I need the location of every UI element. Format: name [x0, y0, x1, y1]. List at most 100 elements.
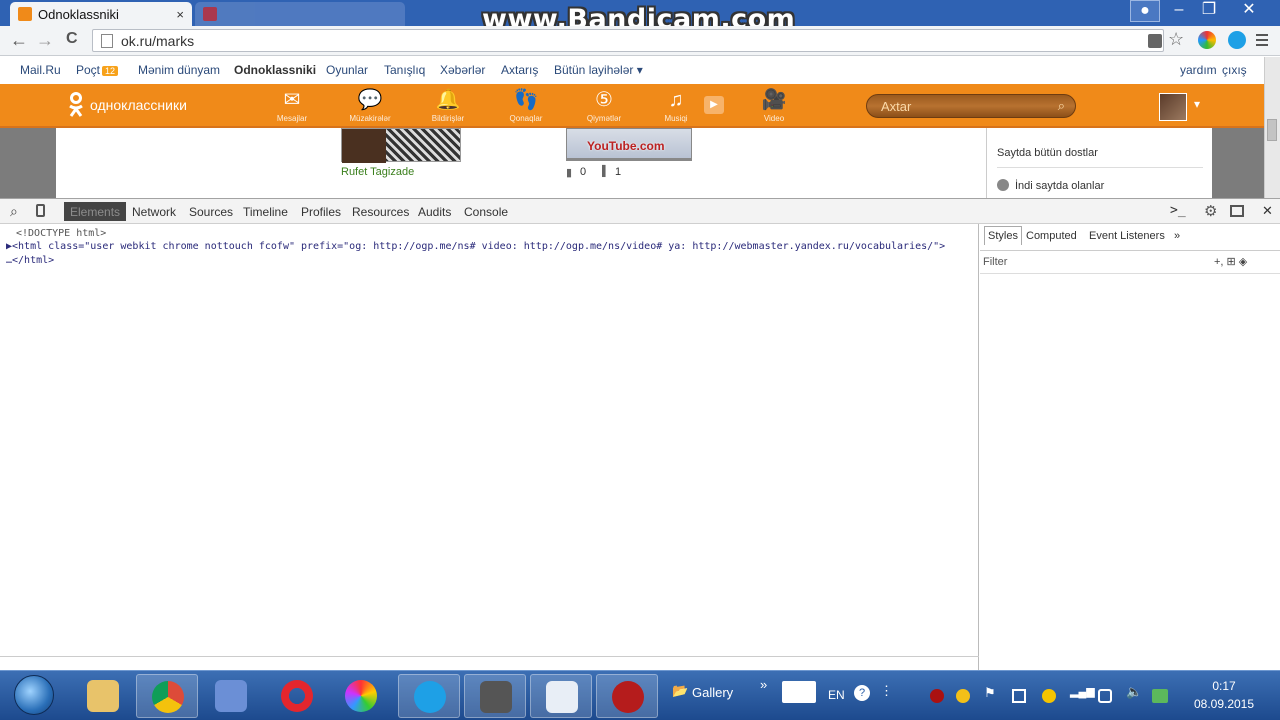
tray-app-4-icon[interactable]	[1098, 689, 1112, 703]
menu-icon[interactable]	[1256, 34, 1268, 48]
tab-profiles[interactable]: Profiles	[301, 205, 341, 219]
nav-bildirisler[interactable]: 🔔 Bildirişlər	[418, 88, 478, 123]
tab-audits[interactable]: Audits	[418, 205, 451, 219]
taskbar-app-7[interactable]	[464, 674, 526, 718]
link-oyunlar[interactable]: Oyunlar	[326, 63, 368, 77]
action-center-flag-icon[interactable]: ⚑	[984, 685, 996, 701]
device-mode-icon[interactable]	[36, 204, 45, 217]
tab-event-listeners[interactable]: Event Listeners	[1089, 230, 1165, 242]
ok-search-input[interactable]: Axtar ⌕	[866, 94, 1076, 118]
tray-app-2-icon[interactable]	[956, 689, 970, 703]
rating-icon: ⑤	[595, 89, 613, 111]
likes-count[interactable]: 1	[615, 166, 621, 178]
tab-background[interactable]	[195, 2, 405, 26]
inspect-search-icon[interactable]: ⌕	[10, 203, 18, 220]
filter-tools-icons[interactable]: +, ⊞ ◈	[1214, 255, 1247, 268]
extension-icon[interactable]	[1198, 31, 1216, 49]
tab-timeline[interactable]: Timeline	[243, 205, 288, 219]
tab-network[interactable]: Network	[132, 205, 176, 219]
taskbar-explorer[interactable]	[72, 674, 134, 718]
tab-close-icon[interactable]: ×	[176, 7, 184, 22]
sidebar-all-friends[interactable]: Saytda bütün dostlar	[997, 147, 1098, 159]
tab-odnoklassniki[interactable]: Odnoklassniki ×	[10, 2, 192, 26]
reload-button[interactable]: C	[66, 30, 78, 48]
language-indicator[interactable]: EN	[828, 688, 845, 702]
device-icon[interactable]	[1012, 689, 1026, 703]
help-icon[interactable]: ?	[854, 685, 870, 701]
tab-resources[interactable]: Resources	[352, 205, 409, 219]
link-tanisliq[interactable]: Tanışlıq	[384, 63, 425, 77]
tab-styles[interactable]: Styles	[984, 226, 1022, 245]
forward-button[interactable]: →	[36, 30, 54, 51]
tray-app-3-icon[interactable]	[1042, 689, 1056, 703]
translate-icon[interactable]	[1148, 34, 1162, 48]
link-axtaris[interactable]: Axtarış	[501, 63, 538, 77]
search-icon[interactable]: ⌕	[1058, 98, 1065, 114]
friend-photo[interactable]	[341, 128, 461, 163]
avatar-menu-chevron-icon[interactable]: ▾	[1194, 97, 1200, 111]
link-mailru[interactable]: Mail.Ru	[20, 63, 61, 77]
nav-qiymetler[interactable]: ⑤ Qiymətlər	[574, 88, 634, 123]
code-html-open[interactable]: ▶<html class="user webkit chrome nottouc…	[6, 241, 945, 252]
nav-mesajlar[interactable]: ✉ Mesajlar	[262, 88, 322, 123]
maximize-button[interactable]: ❐	[1194, 0, 1224, 22]
youtube-photo[interactable]: YouTube.com	[566, 128, 692, 161]
console-drawer-icon[interactable]: >_	[1170, 203, 1186, 218]
link-cixis[interactable]: çıxış	[1222, 63, 1247, 77]
pen-tablet-icon[interactable]	[782, 681, 816, 703]
tab-sources[interactable]: Sources	[189, 205, 233, 219]
gallery-toolbar-label[interactable]: Gallery	[692, 685, 733, 700]
ok-logo[interactable]: одноклассники	[68, 92, 187, 118]
nav-video[interactable]: 🎥 Video	[744, 88, 804, 123]
tab-more-chevron-icon[interactable]: »	[1174, 230, 1180, 242]
dock-icon[interactable]	[1230, 205, 1244, 217]
scrollbar-thumb[interactable]	[1267, 119, 1277, 141]
page-scrollbar[interactable]	[1264, 57, 1280, 198]
taskbar-app-3[interactable]	[200, 674, 262, 718]
address-bar[interactable]: ok.ru/marks	[92, 29, 1164, 52]
filter-input[interactable]: Filter	[983, 256, 1007, 268]
link-odnoklassniki[interactable]: Odnoklassniki	[234, 63, 316, 77]
link-butun-layiheler[interactable]: Bütün layihələr ▾	[554, 63, 643, 77]
tray-app-1-icon[interactable]	[930, 689, 944, 703]
friend-name-link[interactable]: Rufet Tagizade	[341, 166, 414, 178]
toolbar-more-chevron-icon[interactable]: »	[760, 677, 767, 692]
tray-expand-icon[interactable]: ⋮	[880, 683, 893, 699]
settings-gear-icon[interactable]: ⚙	[1204, 202, 1217, 220]
sidebar-online-now[interactable]: İndi saytda olanlar	[1015, 180, 1104, 192]
close-window-button[interactable]: ✕	[1234, 0, 1264, 22]
taskbar-app-5[interactable]	[330, 674, 392, 718]
back-button[interactable]: ←	[10, 30, 28, 51]
music-play-icon[interactable]: ▶	[704, 96, 724, 114]
nav-musiqi[interactable]: ♫ Musiqi	[646, 88, 706, 123]
tab-console[interactable]: Console	[464, 205, 508, 219]
taskbar-chrome[interactable]	[136, 674, 198, 718]
minimize-button[interactable]: –	[1164, 0, 1194, 22]
link-menim-dunyam[interactable]: Mənim dünyam	[138, 63, 220, 77]
nav-muzakireler[interactable]: 💬 Müzakirələr	[340, 88, 400, 123]
network-signal-icon[interactable]: ▂▄▆	[1070, 685, 1095, 698]
skype-icon[interactable]	[1228, 31, 1246, 49]
taskbar-skype[interactable]	[398, 674, 460, 718]
youtube-favicon-icon	[203, 7, 217, 21]
close-devtools-icon[interactable]: ✕	[1262, 203, 1273, 219]
volume-icon[interactable]: 🔈	[1126, 684, 1142, 700]
link-yardim[interactable]: yardım	[1180, 63, 1217, 77]
tab-computed[interactable]: Computed	[1026, 230, 1077, 242]
tray-app-5-icon[interactable]	[1152, 689, 1168, 703]
link-xeberler[interactable]: Xəbərlər	[440, 63, 485, 77]
code-doctype[interactable]: <!DOCTYPE html>	[16, 228, 106, 239]
taskbar-bandicam[interactable]	[596, 674, 658, 718]
system-clock[interactable]: 0:17 08.09.2015	[1188, 677, 1260, 713]
taskbar-opera[interactable]	[266, 674, 328, 718]
comments-count[interactable]: 0	[580, 166, 586, 178]
start-button[interactable]	[14, 675, 54, 715]
tab-elements[interactable]: Elements	[64, 202, 127, 221]
code-html-close[interactable]: …</html>	[6, 255, 54, 266]
link-poct[interactable]: Poçt 12	[76, 63, 119, 77]
bookmark-star-icon[interactable]: ☆	[1168, 29, 1186, 49]
taskbar-app-8[interactable]	[530, 674, 592, 718]
user-profile-icon[interactable]: ●	[1130, 0, 1160, 22]
avatar[interactable]	[1159, 93, 1187, 121]
nav-qonaqlar[interactable]: 👣 Qonaqlar	[496, 88, 556, 123]
